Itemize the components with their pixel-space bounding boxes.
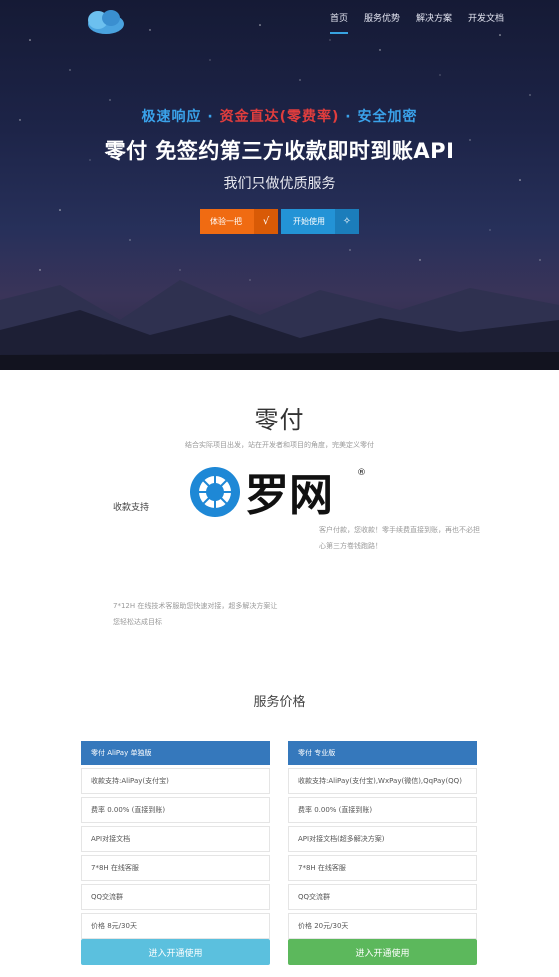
- try-button[interactable]: 体验一把 √: [200, 209, 278, 234]
- plan-price: 价格 20元/30天: [288, 913, 477, 939]
- plan-row: 7*8H 在线客服: [81, 855, 270, 881]
- luowang-watermark-logo: 罗网 ®: [190, 467, 366, 521]
- nav-item-advantages[interactable]: 服务优势: [364, 11, 400, 33]
- nav-item-solutions[interactable]: 解决方案: [416, 11, 452, 33]
- open-plan-button[interactable]: 进入开通使用: [288, 939, 477, 965]
- plan-row: 7*8H 在线客服: [288, 855, 477, 881]
- nav-item-docs[interactable]: 开发文档: [468, 11, 504, 33]
- hero-subtitle: 我们只做优质服务: [223, 176, 336, 192]
- feature-payment-support: 收款支持: [113, 503, 150, 513]
- plan-row: API对接文档(超多解决方案): [288, 826, 477, 852]
- plan-row: QQ交流群: [288, 884, 477, 910]
- tagline-secure: · 安全加密: [339, 109, 418, 125]
- cloud-logo-icon[interactable]: [84, 8, 126, 36]
- svg-text:®: ®: [357, 468, 366, 478]
- open-plan-button[interactable]: 进入开通使用: [81, 939, 270, 965]
- plan-row: 收款支持:AliPay(支付宝): [81, 768, 270, 794]
- start-button-label: 开始使用: [293, 217, 325, 226]
- plan-header: 零付 AliPay 单独版: [81, 741, 270, 765]
- feature-support-text: 7*12H 在线技术客服助您快速对接，超多解决方案让您轻松达成目标: [113, 602, 278, 627]
- mountain-silhouette: [0, 280, 559, 370]
- sparkle-icon: ✧: [335, 209, 359, 234]
- feature-direct-payment-text: 客户付款，您收款！零手续费直接到账，再也不必担心第三方卷钱跑路！: [319, 526, 480, 551]
- tagline-fast: 极速响应 ·: [141, 109, 220, 125]
- plan-row: 收款支持:AliPay(支付宝),WxPay(微信),QqPay(QQ): [288, 768, 477, 794]
- hero-title: 零付 免签约第三方收款即时到账API: [104, 139, 455, 163]
- hero-banner: 首页 服务优势 解决方案 开发文档 极速响应 · 资金直达(零费率) · 安全加…: [0, 0, 559, 370]
- about-title: 零付: [254, 406, 305, 434]
- plan-card-alipay: 零付 AliPay 单独版 收款支持:AliPay(支付宝) 费率 0.00% …: [81, 741, 270, 965]
- plan-price: 价格 8元/30天: [81, 913, 270, 939]
- start-button[interactable]: 开始使用 ✧: [281, 209, 359, 234]
- plan-row: API对接文档: [81, 826, 270, 852]
- pricing-title: 服务价格: [253, 695, 306, 710]
- plan-card-pro: 零付 专业版 收款支持:AliPay(支付宝),WxPay(微信),QqPay(…: [288, 741, 477, 965]
- about-description: 结合实际项目出发，站在开发者和项目的角度，完美定义零付: [185, 441, 374, 449]
- try-button-label: 体验一把: [210, 217, 242, 226]
- watermark-text: 罗网: [245, 470, 333, 521]
- top-nav: 首页 服务优势 解决方案 开发文档: [330, 11, 504, 34]
- plan-row: 费率 0.00% (直接到账): [288, 797, 477, 823]
- plan-header: 零付 专业版: [288, 741, 477, 765]
- tagline-zero-fee: 资金直达(零费率): [219, 109, 340, 125]
- check-icon: √: [254, 209, 278, 234]
- nav-item-home[interactable]: 首页: [330, 11, 349, 34]
- hero-tagline: 极速响应 · 资金直达(零费率) · 安全加密: [0, 106, 559, 126]
- plan-row: 费率 0.00% (直接到账): [81, 797, 270, 823]
- plan-row: QQ交流群: [81, 884, 270, 910]
